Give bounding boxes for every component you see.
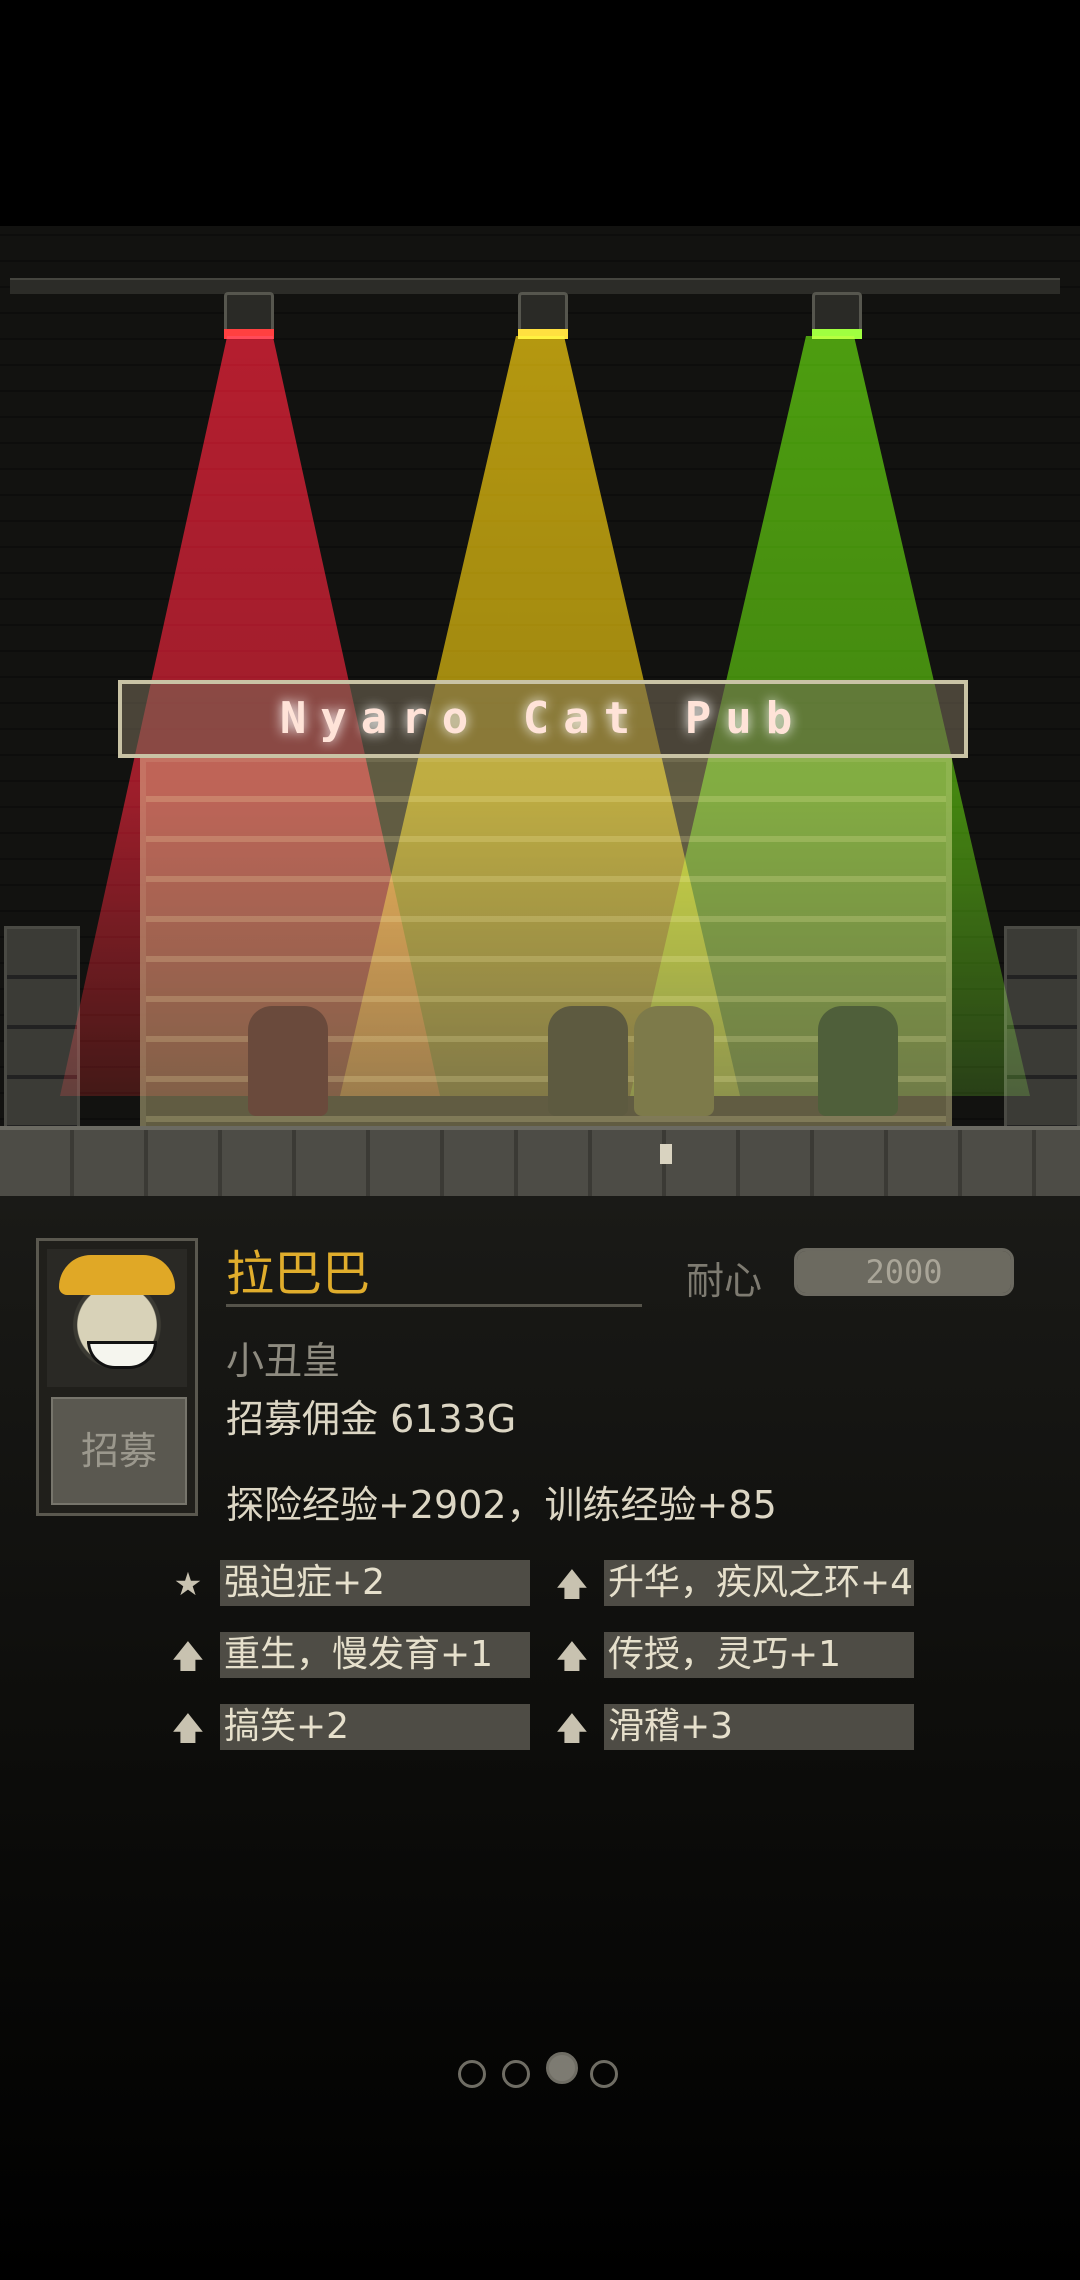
red-lamp <box>224 292 274 339</box>
arrow-up-icon: 🡅 <box>171 1637 205 1675</box>
adventurer-girl-sprite[interactable] <box>248 1006 328 1116</box>
crates-left <box>4 926 80 1132</box>
pub-scene: Nyaro Cat Pub <box>0 226 1080 1196</box>
page-dot[interactable] <box>502 2060 530 2088</box>
pub-sign: Nyaro Cat Pub <box>118 680 968 758</box>
recruit-fee: 招募佣金 6133G <box>226 1397 517 1441</box>
trait-label: 搞笑+2 <box>220 1704 530 1750</box>
page-dot[interactable] <box>458 2060 486 2088</box>
goblin-sprite[interactable] <box>818 1006 898 1116</box>
arrow-up-icon: 🡅 <box>555 1565 589 1603</box>
page-dot[interactable] <box>546 2052 578 2084</box>
character-title: 小丑皇 <box>226 1339 341 1383</box>
trait-label: 重生，慢发育+1 <box>220 1632 530 1678</box>
character-portrait: 招募 <box>36 1238 198 1516</box>
patience-value: 2000 <box>865 1253 943 1291</box>
character-info-panel: 招募 拉巴巴 耐心 2000 小丑皇 招募佣金 6133G 探险经验+2902，… <box>0 1196 1080 2280</box>
trait-label: 滑稽+3 <box>604 1704 914 1750</box>
patience-label: 耐心 <box>686 1259 763 1303</box>
arrow-up-icon: 🡅 <box>171 1709 205 1747</box>
patience-bar: 2000 <box>794 1248 1014 1296</box>
character-name: 拉巴巴 <box>226 1246 371 1302</box>
trait-label: 传授，灵巧+1 <box>604 1632 914 1678</box>
page-indicator[interactable] <box>458 2050 628 2090</box>
arrow-up-icon: 🡅 <box>555 1637 589 1675</box>
hair-shape <box>59 1255 175 1295</box>
green-lamp <box>812 292 862 339</box>
experience-stats: 探险经验+2902，训练经验+85 <box>226 1483 777 1527</box>
arrow-up-icon: 🡅 <box>555 1709 589 1747</box>
trait-label: 升华，疾风之环+4 <box>604 1560 914 1606</box>
clown-face-avatar <box>47 1249 187 1387</box>
recruit-sprite[interactable] <box>548 1006 628 1116</box>
position-marker <box>660 1144 672 1164</box>
grin-shape <box>87 1341 157 1369</box>
clown-king-sprite[interactable] <box>634 1006 714 1116</box>
name-divider <box>226 1304 642 1307</box>
star-icon: ★ <box>173 1565 203 1603</box>
trait-label: 强迫症+2 <box>220 1560 530 1606</box>
page-dot[interactable] <box>590 2060 618 2088</box>
yellow-lamp <box>518 292 568 339</box>
stage-floor <box>0 1126 1080 1196</box>
crates-right <box>1004 926 1080 1132</box>
recruit-button[interactable]: 招募 <box>51 1397 187 1505</box>
